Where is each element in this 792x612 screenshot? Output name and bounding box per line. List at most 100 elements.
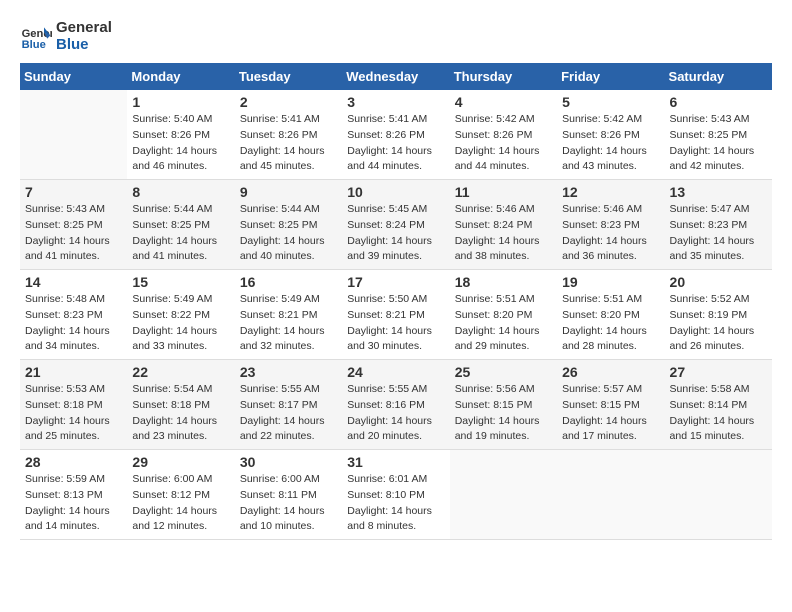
- calendar-cell: 18Sunrise: 5:51 AMSunset: 8:20 PMDayligh…: [450, 270, 557, 360]
- calendar-cell: 16 Sunrise: 5:49 AMSunset: 8:21 PMDayligh…: [235, 270, 342, 360]
- day-info: Sunrise: 5:52 AMSunset: 8:19 PMDaylight:…: [670, 292, 767, 355]
- day-info: Sunrise: 5:48 AMSunset: 8:23 PMDaylight:…: [25, 292, 122, 355]
- day-number: 31: [347, 454, 444, 470]
- day-info: Sunrise: 5:41 AMSunset: 8:26 PMDaylight:…: [347, 112, 444, 175]
- day-number: 8: [132, 184, 229, 200]
- weekday-header-monday: Monday: [127, 63, 234, 90]
- calendar-cell: 2 Sunrise: 5:41 AMSunset: 8:26 PMDaylight…: [235, 90, 342, 180]
- day-number: 20: [670, 274, 767, 290]
- calendar-cell: 29 Sunrise: 6:00 AMSunset: 8:12 PMDayligh…: [127, 450, 234, 540]
- day-info: Sunrise: 5:40 AMSunset: 8:26 PMDaylight:…: [132, 112, 229, 175]
- day-info: Sunrise: 5:53 AMSunset: 8:18 PMDaylight:…: [25, 382, 122, 445]
- week-row-1: 1 Sunrise: 5:40 AMSunset: 8:26 PMDaylight…: [20, 90, 772, 180]
- weekday-header-row: SundayMondayTuesdayWednesdayThursdayFrid…: [20, 63, 772, 90]
- day-number: 14: [25, 274, 122, 290]
- calendar-cell: [20, 90, 127, 180]
- day-info: Sunrise: 5:43 AMSunset: 8:25 PMDaylight:…: [670, 112, 767, 175]
- day-info: Sunrise: 5:49 AMSunset: 8:21 PMDaylight:…: [240, 292, 337, 355]
- week-row-5: 28Sunrise: 5:59 AMSunset: 8:13 PMDayligh…: [20, 450, 772, 540]
- day-info: Sunrise: 5:44 AMSunset: 8:25 PMDaylight:…: [132, 202, 229, 265]
- day-info: Sunrise: 5:55 AMSunset: 8:17 PMDaylight:…: [240, 382, 337, 445]
- calendar-cell: 9Sunrise: 5:44 AMSunset: 8:25 PMDaylight…: [235, 180, 342, 270]
- calendar-cell: 6 Sunrise: 5:43 AMSunset: 8:25 PMDaylight…: [665, 90, 772, 180]
- logo-icon: General Blue: [20, 21, 52, 53]
- day-info: Sunrise: 5:45 AMSunset: 8:24 PMDaylight:…: [347, 202, 444, 265]
- day-info: Sunrise: 5:49 AMSunset: 8:22 PMDaylight:…: [132, 292, 229, 355]
- day-number: 19: [562, 274, 659, 290]
- calendar-cell: 31 Sunrise: 6:01 AMSunset: 8:10 PMDayligh…: [342, 450, 449, 540]
- calendar-cell: 13Sunrise: 5:47 AMSunset: 8:23 PMDayligh…: [665, 180, 772, 270]
- calendar-cell: 14 Sunrise: 5:48 AMSunset: 8:23 PMDayligh…: [20, 270, 127, 360]
- day-info: Sunrise: 5:46 AMSunset: 8:23 PMDaylight:…: [562, 202, 659, 265]
- calendar-cell: [557, 450, 664, 540]
- week-row-2: 7 Sunrise: 5:43 AMSunset: 8:25 PMDaylight…: [20, 180, 772, 270]
- svg-text:Blue: Blue: [22, 39, 46, 51]
- calendar-cell: 26Sunrise: 5:57 AMSunset: 8:15 PMDayligh…: [557, 360, 664, 450]
- calendar-cell: 22Sunrise: 5:54 AMSunset: 8:18 PMDayligh…: [127, 360, 234, 450]
- logo: General Blue General Blue: [20, 20, 112, 53]
- calendar-cell: [665, 450, 772, 540]
- day-info: Sunrise: 6:00 AMSunset: 8:12 PMDaylight:…: [132, 472, 229, 535]
- weekday-header-saturday: Saturday: [665, 63, 772, 90]
- calendar-cell: 5 Sunrise: 5:42 AMSunset: 8:26 PMDaylight…: [557, 90, 664, 180]
- calendar-cell: 12 Sunrise: 5:46 AMSunset: 8:23 PMDayligh…: [557, 180, 664, 270]
- calendar-cell: 15 Sunrise: 5:49 AMSunset: 8:22 PMDayligh…: [127, 270, 234, 360]
- day-number: 30: [240, 454, 337, 470]
- day-number: 5: [562, 94, 659, 110]
- calendar-cell: 11Sunrise: 5:46 AMSunset: 8:24 PMDayligh…: [450, 180, 557, 270]
- day-number: 12: [562, 184, 659, 200]
- day-number: 15: [132, 274, 229, 290]
- day-info: Sunrise: 5:43 AMSunset: 8:25 PMDaylight:…: [25, 202, 122, 265]
- day-info: Sunrise: 5:58 AMSunset: 8:14 PMDaylight:…: [670, 382, 767, 445]
- weekday-header-tuesday: Tuesday: [235, 63, 342, 90]
- calendar-cell: 8 Sunrise: 5:44 AMSunset: 8:25 PMDaylight…: [127, 180, 234, 270]
- calendar-cell: 25Sunrise: 5:56 AMSunset: 8:15 PMDayligh…: [450, 360, 557, 450]
- day-info: Sunrise: 6:01 AMSunset: 8:10 PMDaylight:…: [347, 472, 444, 535]
- day-info: Sunrise: 5:46 AMSunset: 8:24 PMDaylight:…: [455, 202, 552, 265]
- day-info: Sunrise: 5:42 AMSunset: 8:26 PMDaylight:…: [562, 112, 659, 175]
- day-info: Sunrise: 5:54 AMSunset: 8:18 PMDaylight:…: [132, 382, 229, 445]
- calendar-cell: 19 Sunrise: 5:51 AMSunset: 8:20 PMDayligh…: [557, 270, 664, 360]
- logo-text-general: General: [56, 20, 112, 37]
- day-number: 29: [132, 454, 229, 470]
- day-number: 21: [25, 364, 122, 380]
- page-header: General Blue General Blue: [20, 20, 772, 53]
- day-number: 6: [670, 94, 767, 110]
- calendar-cell: 30 Sunrise: 6:00 AMSunset: 8:11 PMDayligh…: [235, 450, 342, 540]
- day-number: 4: [455, 94, 552, 110]
- calendar-cell: 3 Sunrise: 5:41 AMSunset: 8:26 PMDaylight…: [342, 90, 449, 180]
- day-info: Sunrise: 5:57 AMSunset: 8:15 PMDaylight:…: [562, 382, 659, 445]
- weekday-header-friday: Friday: [557, 63, 664, 90]
- day-info: Sunrise: 5:56 AMSunset: 8:15 PMDaylight:…: [455, 382, 552, 445]
- day-number: 3: [347, 94, 444, 110]
- weekday-header-wednesday: Wednesday: [342, 63, 449, 90]
- day-number: 7: [25, 184, 122, 200]
- day-info: Sunrise: 5:41 AMSunset: 8:26 PMDaylight:…: [240, 112, 337, 175]
- calendar-cell: 17Sunrise: 5:50 AMSunset: 8:21 PMDayligh…: [342, 270, 449, 360]
- calendar-cell: 21 Sunrise: 5:53 AMSunset: 8:18 PMDayligh…: [20, 360, 127, 450]
- day-info: Sunrise: 5:42 AMSunset: 8:26 PMDaylight:…: [455, 112, 552, 175]
- day-number: 1: [132, 94, 229, 110]
- weekday-header-thursday: Thursday: [450, 63, 557, 90]
- day-number: 2: [240, 94, 337, 110]
- calendar-cell: 27 Sunrise: 5:58 AMSunset: 8:14 PMDayligh…: [665, 360, 772, 450]
- calendar-table: SundayMondayTuesdayWednesdayThursdayFrid…: [20, 63, 772, 540]
- day-number: 16: [240, 274, 337, 290]
- day-info: Sunrise: 6:00 AMSunset: 8:11 PMDaylight:…: [240, 472, 337, 535]
- weekday-header-sunday: Sunday: [20, 63, 127, 90]
- day-number: 28: [25, 454, 122, 470]
- day-info: Sunrise: 5:47 AMSunset: 8:23 PMDaylight:…: [670, 202, 767, 265]
- day-info: Sunrise: 5:50 AMSunset: 8:21 PMDaylight:…: [347, 292, 444, 355]
- day-info: Sunrise: 5:55 AMSunset: 8:16 PMDaylight:…: [347, 382, 444, 445]
- day-info: Sunrise: 5:51 AMSunset: 8:20 PMDaylight:…: [562, 292, 659, 355]
- calendar-cell: 24Sunrise: 5:55 AMSunset: 8:16 PMDayligh…: [342, 360, 449, 450]
- calendar-cell: 10Sunrise: 5:45 AMSunset: 8:24 PMDayligh…: [342, 180, 449, 270]
- calendar-cell: 28Sunrise: 5:59 AMSunset: 8:13 PMDayligh…: [20, 450, 127, 540]
- day-number: 9: [240, 184, 337, 200]
- calendar-cell: 1 Sunrise: 5:40 AMSunset: 8:26 PMDaylight…: [127, 90, 234, 180]
- calendar-cell: 4 Sunrise: 5:42 AMSunset: 8:26 PMDaylight…: [450, 90, 557, 180]
- day-number: 27: [670, 364, 767, 380]
- week-row-4: 21 Sunrise: 5:53 AMSunset: 8:18 PMDayligh…: [20, 360, 772, 450]
- calendar-cell: 7 Sunrise: 5:43 AMSunset: 8:25 PMDaylight…: [20, 180, 127, 270]
- calendar-cell: [450, 450, 557, 540]
